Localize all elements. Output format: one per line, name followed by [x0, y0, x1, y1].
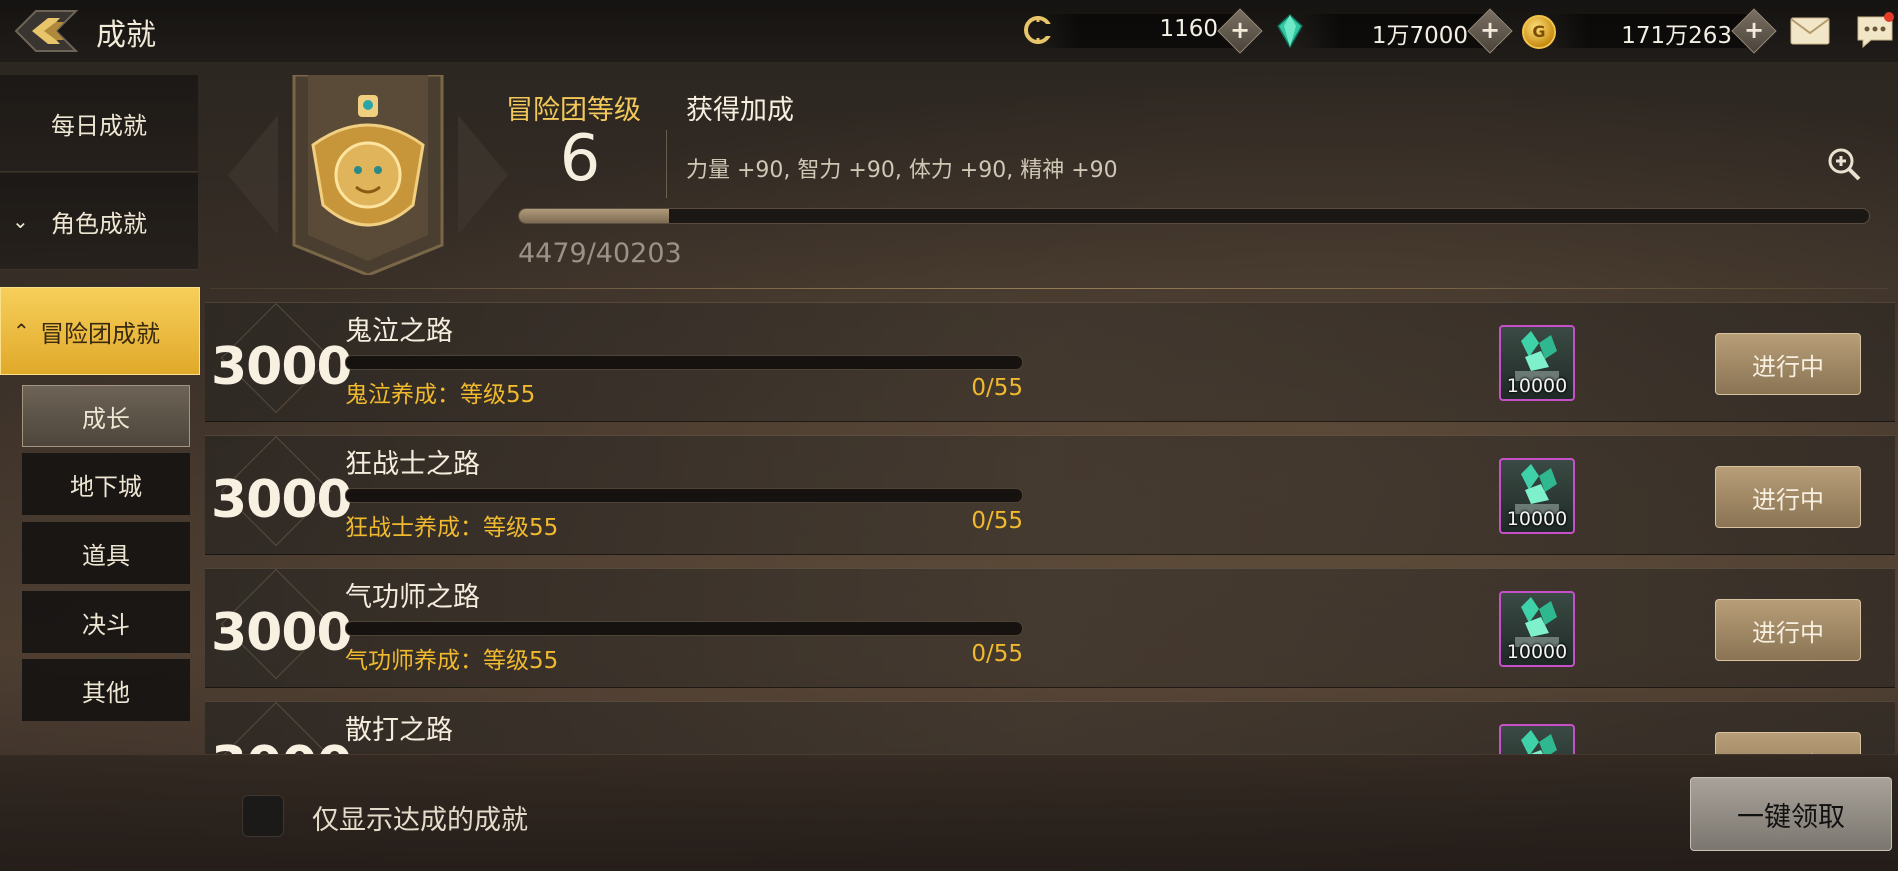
- achievement-progress: 0/55: [971, 508, 1023, 534]
- notification-dot: [1884, 12, 1894, 22]
- subtab-growth[interactable]: 成长: [22, 385, 190, 447]
- c-currency-icon: [1024, 16, 1052, 44]
- sidebar-item-label: 每日成就: [51, 111, 147, 140]
- plus-icon: +: [1743, 16, 1765, 44]
- currency-gold-value: 171万263: [1621, 23, 1732, 49]
- green-crystal-icon: [1521, 730, 1557, 754]
- sidebar-item-daily[interactable]: 每日成就: [0, 75, 198, 172]
- achievement-progress-bar: [345, 355, 1023, 370]
- reward-item[interactable]: 10000: [1499, 591, 1575, 667]
- gold-coin-icon: G: [1522, 15, 1556, 49]
- level-progress-fill: [519, 209, 670, 223]
- achievement-points: 3000: [211, 603, 353, 663]
- header-divider: [210, 288, 1888, 289]
- achievement-title: 鬼泣之路: [345, 316, 453, 347]
- plus-icon: +: [1229, 16, 1251, 44]
- achievement-title: 气功师之路: [345, 582, 480, 613]
- show-completed-checkbox[interactable]: [242, 795, 284, 837]
- achievement-desc: 狂战士养成：等级55: [345, 515, 559, 541]
- achievement-row: 3000 气功师之路 气功师养成：等级55 0/55 10000 进行中: [205, 568, 1895, 688]
- in-progress-button[interactable]: 进行中: [1715, 599, 1861, 661]
- back-arrow-icon: [14, 10, 79, 52]
- achievement-progress-bar: [345, 621, 1023, 636]
- level-progress-text: 4479/40203: [518, 238, 682, 269]
- in-progress-button[interactable]: 进行中: [1715, 333, 1861, 395]
- page-title: 成就: [96, 18, 156, 53]
- reward-count: 10000: [1506, 508, 1568, 530]
- achievement-desc: 鬼泣养成：等级55: [345, 382, 536, 408]
- bonus-text: 力量 +90, 智力 +90, 体力 +90, 精神 +90: [686, 158, 1118, 183]
- level-value: 6: [559, 122, 601, 196]
- currency-c-value: 1160: [1159, 16, 1218, 42]
- achievement-row: 3000 狂战士之路 狂战士养成：等级55 0/55 10000 进行中: [205, 435, 1895, 555]
- achievement-progress: 0/55: [971, 641, 1023, 667]
- sidebar-item-label: 冒险团成就: [40, 319, 160, 348]
- green-gem-icon: [1277, 14, 1303, 48]
- achievement-row: 3000 鬼泣之路 鬼泣养成：等级55 0/55 10000 进行中: [205, 302, 1895, 422]
- reward-item[interactable]: 10000: [1499, 325, 1575, 401]
- achievement-progress-bar: [345, 488, 1023, 503]
- reward-item[interactable]: [1499, 724, 1575, 754]
- achievement-progress: 0/55: [971, 375, 1023, 401]
- achievement-list[interactable]: 3000 鬼泣之路 鬼泣养成：等级55 0/55 10000 进行中 3000 …: [205, 302, 1898, 754]
- achievement-desc: 气功师养成：等级55: [345, 648, 559, 674]
- achievement-row: 3000 散打之路 进行中: [205, 701, 1895, 754]
- divider: [666, 130, 667, 198]
- claim-all-button[interactable]: 一键领取: [1690, 777, 1892, 851]
- sidebar: 每日成就 ⌄ 角色成就 ⌃ 冒险团成就 成长 地下城 道具 决斗 其他: [0, 75, 200, 755]
- zoom-in-icon[interactable]: [1826, 146, 1862, 182]
- chevron-up-icon: ⌃: [13, 319, 30, 343]
- level-progress-bar: [518, 208, 1870, 224]
- reward-item[interactable]: 10000: [1499, 458, 1575, 534]
- achievement-points: 3000: [211, 337, 353, 397]
- subtab-other[interactable]: 其他: [22, 659, 190, 721]
- currency-gem-value: 1万7000: [1371, 23, 1468, 49]
- subtab-duel[interactable]: 决斗: [22, 591, 190, 653]
- subtab-items[interactable]: 道具: [22, 522, 190, 584]
- back-button[interactable]: [14, 6, 79, 56]
- adventure-team-emblem-icon: [228, 75, 508, 275]
- achievement-points: 3000: [211, 736, 353, 754]
- achievement-title: 狂战士之路: [345, 449, 480, 480]
- chevron-down-icon: ⌄: [12, 209, 29, 233]
- achievement-title: 散打之路: [345, 715, 453, 746]
- bonus-title: 获得加成: [686, 95, 794, 126]
- in-progress-button[interactable]: 进行中: [1715, 732, 1861, 754]
- sidebar-item-character[interactable]: ⌄ 角色成就: [0, 173, 198, 270]
- sidebar-item-adventure-team[interactable]: ⌃ 冒险团成就: [0, 287, 200, 375]
- footer-bar: [0, 755, 1898, 871]
- show-completed-label: 仅显示达成的成就: [312, 805, 528, 836]
- reward-count: 10000: [1506, 641, 1568, 663]
- plus-icon: +: [1479, 16, 1501, 44]
- mail-icon[interactable]: [1790, 17, 1830, 45]
- in-progress-button[interactable]: 进行中: [1715, 466, 1861, 528]
- achievement-points: 3000: [211, 470, 353, 530]
- sidebar-item-label: 角色成就: [51, 209, 147, 238]
- subtab-dungeon[interactable]: 地下城: [22, 453, 190, 515]
- reward-count: 10000: [1506, 375, 1568, 397]
